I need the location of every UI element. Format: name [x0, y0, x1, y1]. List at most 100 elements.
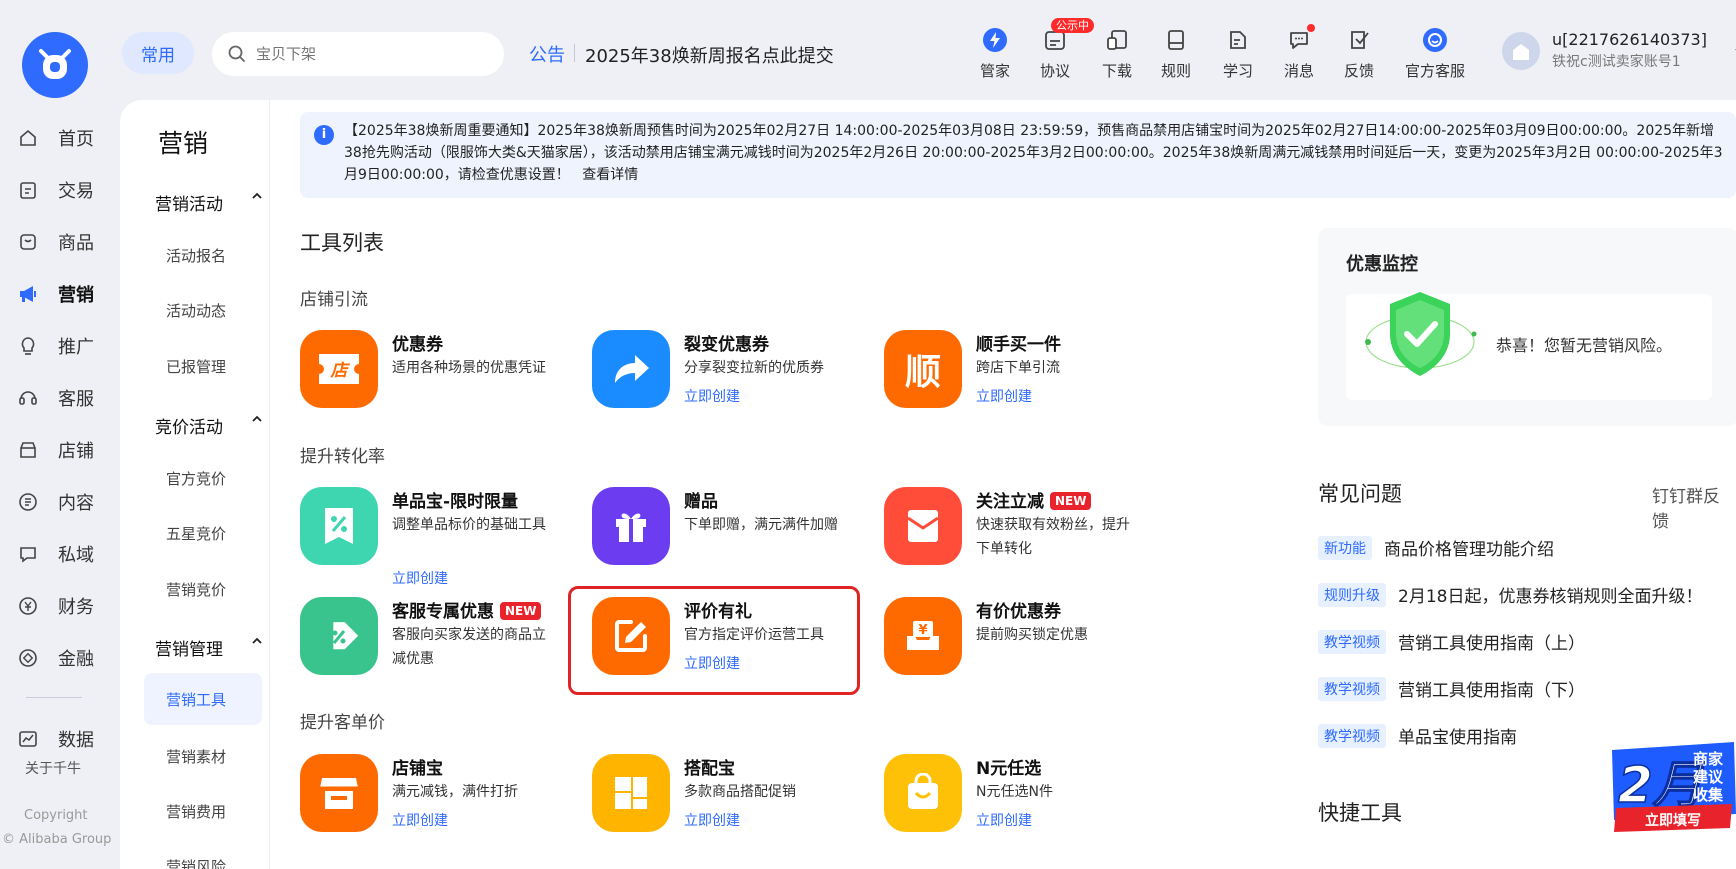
- faq-title: 常见问题: [1318, 482, 1402, 506]
- tool-card-follow-discount[interactable]: 关注立减 NEW 快速获取有效粉丝，提升下单转化: [884, 487, 1164, 577]
- headset-icon: [19, 391, 37, 405]
- tool-guize[interactable]: 规则: [1146, 26, 1206, 81]
- tool-xieyi[interactable]: 公示中 协议: [1025, 18, 1094, 81]
- faq-item[interactable]: 规则升级 2月18日起，优惠券核销规则全面升级！: [1318, 582, 1702, 607]
- svg-text:店: 店: [330, 361, 351, 381]
- monitor-box: 恭喜！您暂无营销风险。: [1346, 292, 1712, 400]
- rules-icon: [1162, 26, 1190, 54]
- notice-tag: 公告: [529, 45, 565, 66]
- svg-text:¥: ¥: [918, 623, 927, 638]
- nav-private[interactable]: 私域: [18, 539, 94, 569]
- faq-item[interactable]: 教学视频 单品宝使用指南: [1318, 723, 1517, 748]
- chevron-up-icon: [252, 192, 262, 199]
- nav-finance[interactable]: 财务: [18, 591, 94, 621]
- nav-goods[interactable]: 商品: [18, 227, 94, 257]
- subnav-item[interactable]: 营销费用: [166, 801, 226, 822]
- nav-data[interactable]: 数据: [18, 724, 94, 754]
- new-badge: NEW: [500, 602, 542, 620]
- subnav-item[interactable]: 已报管理: [166, 356, 226, 377]
- info-icon: i: [314, 125, 334, 145]
- subnav-group-bidding[interactable]: 竞价活动: [155, 413, 263, 438]
- tool-card-coupon[interactable]: 店 优惠券 适用各种场景的优惠凭证: [300, 330, 580, 420]
- create-link[interactable]: 立即创建: [976, 386, 1032, 406]
- tool-xiazai[interactable]: 下载: [1087, 26, 1147, 81]
- promo-month: 2月: [1618, 756, 1705, 814]
- create-link[interactable]: 立即创建: [976, 810, 1032, 830]
- create-link[interactable]: 立即创建: [684, 386, 740, 406]
- user-menu[interactable]: u[2217626140373] 铁祝c测试卖家账号1: [1502, 30, 1736, 71]
- nav-service[interactable]: 客服: [18, 383, 94, 413]
- nav-divider: [26, 697, 82, 698]
- promo-line-2: 建议: [1693, 768, 1724, 786]
- tool-card-single-item[interactable]: 单品宝-限时限量 调整单品标价的基础工具 立即创建: [300, 487, 580, 587]
- about-link[interactable]: 关于千牛: [25, 758, 81, 778]
- create-link[interactable]: 立即创建: [392, 568, 448, 588]
- subnav-title: 营销: [158, 129, 209, 158]
- shopping-bag-icon: [884, 754, 962, 832]
- feedback-promo-badge[interactable]: 2月 商家 建议 收集 立即填写: [1606, 740, 1736, 834]
- subnav-group-activities[interactable]: 营销活动: [155, 190, 263, 215]
- faq-item[interactable]: 新功能 商品价格管理功能介绍: [1318, 535, 1554, 560]
- subnav-item[interactable]: 营销素材: [166, 746, 226, 767]
- agreement-icon: 公示中: [1041, 18, 1094, 54]
- nav-store[interactable]: 店铺: [18, 435, 94, 465]
- tool-card-gift[interactable]: 赠品 下单即赠，满元满件加赠: [592, 487, 872, 577]
- learn-icon: [1224, 26, 1252, 54]
- nav-content[interactable]: 内容: [18, 487, 94, 517]
- store-icon: [20, 442, 36, 458]
- nav-bank[interactable]: 金融: [18, 643, 94, 673]
- tool-guanjia[interactable]: 管家: [965, 26, 1025, 81]
- tool-card-buy-one-more[interactable]: 顺 顺手买一件 跨店下单引流 立即创建: [884, 330, 1164, 420]
- tool-card-cs-discount[interactable]: 客服专属优惠 NEW 客服向买家发送的商品立减优惠: [300, 597, 580, 687]
- subnav-item[interactable]: 官方竞价: [166, 468, 226, 489]
- search-icon: [228, 45, 245, 62]
- gift-icon: [592, 487, 670, 565]
- feedback-icon: [1345, 26, 1373, 54]
- subnav-item[interactable]: 活动报名: [166, 245, 226, 266]
- subnav-item[interactable]: 五星竞价: [166, 523, 226, 544]
- tool-fankui[interactable]: 反馈: [1329, 26, 1389, 81]
- faq-item[interactable]: 教学视频 营销工具使用指南（上）: [1318, 629, 1585, 654]
- avatar: [1502, 31, 1540, 70]
- user-shop-name: 铁祝c测试卖家账号1: [1552, 54, 1681, 70]
- nav-promote[interactable]: 推广: [18, 331, 94, 361]
- nav-home[interactable]: 首页: [18, 123, 94, 153]
- create-link[interactable]: 立即创建: [392, 810, 448, 830]
- left-nav: 首页 交易 商品 营销 推广 客服 店铺 内容 私域 财务 金融 数据 关于千牛…: [0, 100, 120, 869]
- tool-card-paid-coupon[interactable]: ¥ 有价优惠券 提前购买锁定优惠: [884, 597, 1164, 687]
- tool-kefu[interactable]: 官方客服: [1405, 26, 1465, 81]
- subnav-item[interactable]: 活动动态: [166, 300, 226, 321]
- qianniu-logo-icon[interactable]: [22, 32, 88, 98]
- goods-icon: [20, 234, 36, 250]
- tool-card-n-yuan[interactable]: N元任选 N元任选N件 立即创建: [884, 754, 1164, 844]
- dingtalk-feedback-link[interactable]: 钉钉群反馈: [1652, 482, 1736, 532]
- search-box[interactable]: [212, 32, 504, 76]
- subnav-item[interactable]: 营销竞价: [166, 579, 226, 600]
- tool-card-fission-coupon[interactable]: 裂变优惠券 分享裂变拉新的优质券 立即创建: [592, 330, 872, 420]
- faq-item[interactable]: 教学视频 营销工具使用指南（下）: [1318, 676, 1585, 701]
- subnav-item-marketing-tools[interactable]: 营销工具: [144, 673, 262, 725]
- tool-xuexi[interactable]: 学习: [1208, 26, 1268, 81]
- tool-xiaoxi[interactable]: 消息: [1269, 24, 1329, 81]
- bank-icon: [19, 649, 37, 667]
- notice-link[interactable]: 2025年38焕新周报名点此提交: [585, 42, 834, 68]
- customer-service-icon: [1421, 26, 1449, 54]
- subnav-group-management[interactable]: 营销管理: [155, 635, 263, 660]
- search-input[interactable]: [256, 45, 486, 63]
- subnav-item[interactable]: 营销风险: [166, 856, 226, 869]
- shun-icon: 顺: [884, 330, 962, 408]
- category-title: 店铺引流: [300, 290, 368, 310]
- new-badge: NEW: [1050, 492, 1092, 510]
- create-link[interactable]: 立即创建: [684, 810, 740, 830]
- tool-card-match-bao[interactable]: 搭配宝 多款商品搭配促销 立即创建: [592, 754, 872, 844]
- percent-ticket-icon: [300, 487, 378, 565]
- tool-card-store-bao[interactable]: 店铺宝 满元减钱，满件打折 立即创建: [300, 754, 580, 844]
- common-chip[interactable]: 常用: [122, 32, 194, 74]
- marketing-subnav: 营销 营销活动 活动报名 活动动态 已报管理 竞价活动 官方竞价 五星竞价 营销…: [120, 100, 270, 869]
- message-icon: [1285, 24, 1315, 54]
- announcement-detail-link[interactable]: 查看详情: [582, 167, 638, 183]
- nav-trade[interactable]: 交易: [18, 175, 94, 205]
- nav-marketing[interactable]: 营销: [18, 279, 94, 309]
- data-icon: [19, 731, 37, 747]
- content-icon: [19, 493, 37, 511]
